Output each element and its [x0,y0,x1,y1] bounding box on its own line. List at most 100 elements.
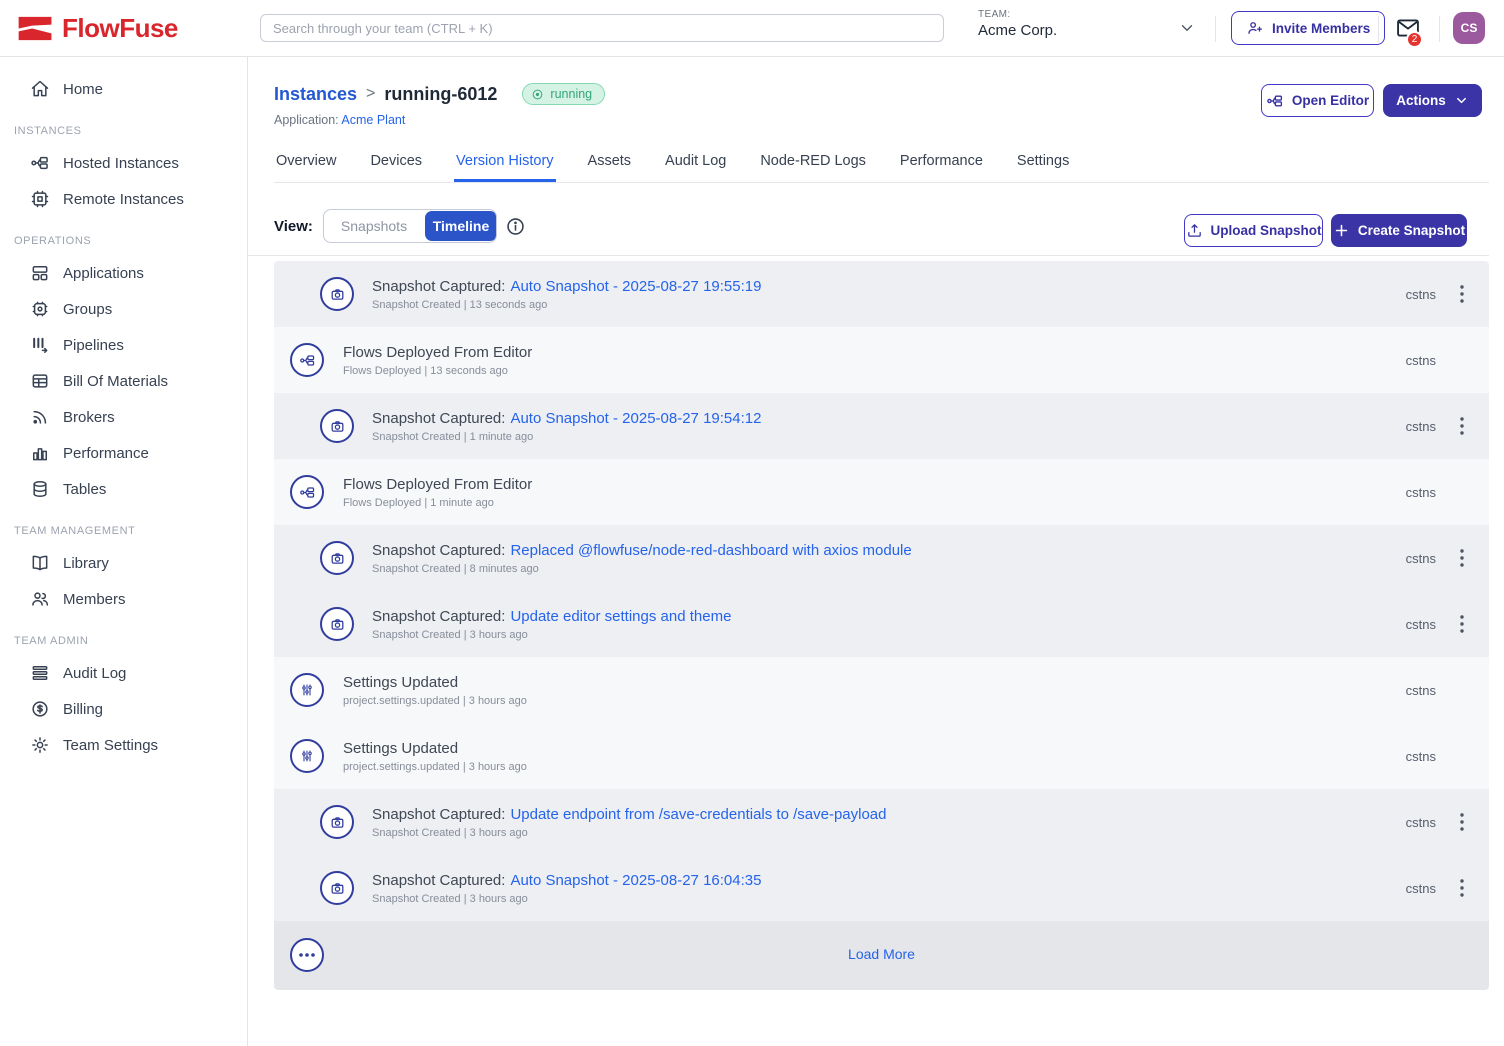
row-owner: cstns [1406,881,1436,896]
row-meta: project.settings.updated | 3 hours ago [343,695,527,707]
upload-snapshot-button[interactable]: Upload Snapshot [1184,214,1323,247]
kebab-menu-icon[interactable] [1450,412,1474,440]
row-title-prefix: Snapshot Captured: [372,872,505,889]
view-toggle-snapshots[interactable]: Snapshots [324,210,424,242]
row-owner: cstns [1406,419,1436,434]
team-label: TEAM: [978,9,1057,20]
camera-icon [320,541,354,575]
snapshot-link[interactable]: Replaced @flowfuse/node-red-dashboard wi… [510,542,911,559]
sidebar-item-billing[interactable]: Billing [0,691,247,727]
sidebar-item-groups[interactable]: Groups [0,291,247,327]
sidebar-item-home[interactable]: Home [0,71,247,107]
chevron-down-icon[interactable] [1178,19,1196,37]
sidebar-item-performance[interactable]: Performance [0,435,247,471]
timeline-row-settings: Settings Updated project.settings.update… [274,723,1489,789]
divider [1215,16,1216,42]
sidebar-item-members[interactable]: Members [0,581,247,617]
actions-label: Actions [1396,93,1446,108]
load-more-button[interactable]: Load More [274,946,1489,962]
kebab-menu-icon[interactable] [1450,808,1474,836]
application-link[interactable]: Acme Plant [341,113,405,127]
tab-performance[interactable]: Performance [898,147,985,182]
sidebar-item-bill-of-materials[interactable]: Bill Of Materials [0,363,247,399]
sidebar-item-tables[interactable]: Tables [0,471,247,507]
sidebar-section-operations: OPERATIONS [0,217,247,255]
application-line: Application: Acme Plant [274,113,405,127]
flowfuse-logo-icon [18,15,54,42]
avatar[interactable]: CS [1453,12,1485,44]
row-title-prefix: Snapshot Captured: [372,542,505,559]
timeline-row-settings: Settings Updated project.settings.update… [274,657,1489,723]
sidebar-item-pipelines[interactable]: Pipelines [0,327,247,363]
timeline-row-snapshot: Snapshot Captured: Replaced @flowfuse/nod… [274,525,1489,591]
flowfuse-logo[interactable]: FlowFuse [18,13,178,44]
open-editor-button[interactable]: Open Editor [1261,84,1374,117]
gear-icon [30,735,50,755]
tab-devices[interactable]: Devices [368,147,424,182]
view-toggle-timeline[interactable]: Timeline [425,211,497,241]
top-bar: FlowFuse TEAM: Acme Corp. Invite Members… [0,0,1504,57]
sidebar-item-applications[interactable]: Applications [0,255,247,291]
breadcrumb-instances-link[interactable]: Instances [274,84,357,105]
sidebar-item-team-settings[interactable]: Team Settings [0,727,247,763]
snapshot-link[interactable]: Auto Snapshot - 2025-08-27 19:54:12 [510,410,761,427]
sidebar-item-label: Audit Log [63,665,126,682]
row-owner: cstns [1406,287,1436,302]
database-icon [30,479,50,499]
info-icon[interactable] [505,216,526,237]
open-editor-label: Open Editor [1292,93,1369,108]
snapshot-link[interactable]: Update endpoint from /save-credentials t… [510,806,886,823]
snapshot-link[interactable]: Auto Snapshot - 2025-08-27 19:55:19 [510,278,761,295]
divider [1439,16,1440,42]
tab-node-red-logs[interactable]: Node-RED Logs [758,147,868,182]
row-meta: Snapshot Created | 3 hours ago [372,827,887,839]
chevron-down-icon [1454,93,1469,108]
row-title-prefix: Snapshot Captured: [372,278,505,295]
tab-settings[interactable]: Settings [1015,147,1071,182]
row-meta: Flows Deployed | 1 minute ago [343,497,532,509]
create-snapshot-button[interactable]: Create Snapshot [1331,214,1467,247]
invite-members-label: Invite Members [1272,21,1370,36]
sidebar-item-remote-instances[interactable]: Remote Instances [0,181,247,217]
row-owner: cstns [1406,353,1436,368]
sidebar-item-audit-log[interactable]: Audit Log [0,655,247,691]
kebab-menu-icon[interactable] [1450,280,1474,308]
tab-version-history[interactable]: Version History [454,147,556,182]
snapshot-link[interactable]: Auto Snapshot - 2025-08-27 16:04:35 [510,872,761,889]
invite-members-button[interactable]: Invite Members [1231,11,1385,45]
status-badge: running [522,83,605,105]
sidebar-item-brokers[interactable]: Brokers [0,399,247,435]
timeline-row-snapshot: Snapshot Captured:Update endpoint from /… [274,789,1489,855]
breadcrumb-separator: > [366,85,375,103]
camera-icon [320,277,354,311]
view-label: View: [274,218,313,235]
sidebar-item-hosted-instances[interactable]: Hosted Instances [0,145,247,181]
row-owner: cstns [1406,551,1436,566]
sidebar-item-label: Tables [63,481,106,498]
camera-icon [320,805,354,839]
upload-icon [1186,222,1203,239]
kebab-menu-icon[interactable] [1450,874,1474,902]
team-selector[interactable]: TEAM: Acme Corp. [978,9,1057,39]
sidebar-section-instances: INSTANCES [0,107,247,145]
snapshot-link[interactable]: Update editor settings and theme [510,608,731,625]
actions-button[interactable]: Actions [1383,84,1482,117]
user-add-icon [1246,19,1264,37]
sidebar-item-label: Groups [63,301,112,318]
tab-audit-log[interactable]: Audit Log [663,147,728,182]
kebab-menu-icon[interactable] [1450,544,1474,572]
row-title: Settings Updated [343,740,458,757]
tab-overview[interactable]: Overview [274,147,338,182]
camera-icon [320,871,354,905]
kebab-menu-icon[interactable] [1450,610,1474,638]
brand-name: FlowFuse [62,13,178,44]
sidebar-item-label: Team Settings [63,737,158,754]
tab-assets[interactable]: Assets [586,147,634,182]
search-input[interactable] [260,14,944,42]
sidebar-item-label: Performance [63,445,149,462]
sidebar-item-library[interactable]: Library [0,545,247,581]
timeline-row-load-more: Load More [274,921,1489,990]
row-title-prefix: Snapshot Captured: [372,608,505,625]
camera-icon [320,409,354,443]
row-meta: Snapshot Created | 3 hours ago [372,629,731,641]
